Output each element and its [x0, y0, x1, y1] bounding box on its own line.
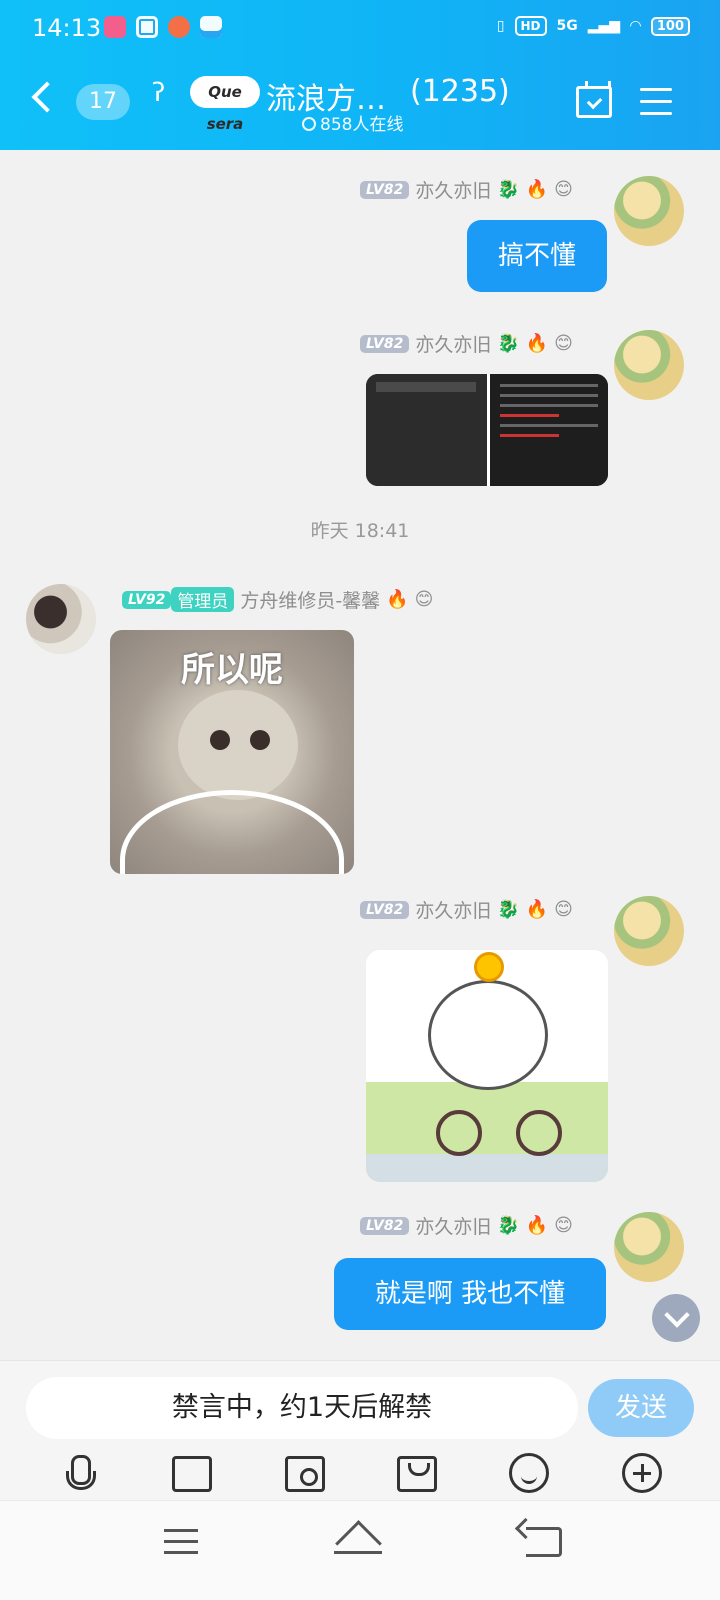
message-meta: LV82 亦久亦旧 🐉 🔥 😊	[360, 896, 573, 923]
avatar[interactable]	[614, 1212, 684, 1282]
admin-badge: 管理员	[171, 587, 235, 612]
smile-badge-icon: 😊	[554, 1215, 573, 1236]
sender-name[interactable]: 亦久亦旧	[415, 330, 491, 357]
hd-icon: HD	[514, 16, 547, 36]
sender-name[interactable]: 亦久亦旧	[415, 896, 491, 923]
sticker-caption: 所以呢	[181, 650, 283, 690]
emoji-icon[interactable]	[509, 1453, 550, 1493]
muted-notice: 禁言中，约1天后解禁	[26, 1377, 578, 1439]
fire-badge-icon: 🔥	[525, 179, 549, 200]
image-message[interactable]	[366, 374, 608, 486]
back-icon[interactable]	[526, 1527, 562, 1557]
level-badge: LV82	[360, 334, 410, 353]
message-meta: LV92 管理员 方舟维修员-馨馨 🔥 😊	[122, 586, 433, 613]
level-badge: LV82	[360, 900, 410, 919]
avatar[interactable]	[614, 330, 684, 400]
cat-face	[178, 690, 298, 800]
cat-sticker[interactable]: 所以呢	[110, 630, 354, 874]
avatar[interactable]	[614, 896, 684, 966]
sticker-cat	[428, 980, 548, 1090]
flower-icon	[474, 952, 504, 982]
send-button[interactable]: 发送	[588, 1379, 694, 1437]
recent-apps-icon[interactable]	[164, 1529, 198, 1562]
online-count: 858人在线	[302, 110, 403, 135]
system-nav-bar	[0, 1500, 720, 1600]
message-bubble[interactable]: 搞不懂	[467, 220, 607, 292]
status-time: 14:13	[32, 14, 102, 42]
smile-badge-icon: 😊	[414, 589, 434, 610]
battery-icon: 100	[650, 16, 690, 36]
message-bubble[interactable]: 就是啊 我也不懂	[334, 1258, 606, 1330]
cat-eye	[210, 730, 230, 750]
microphone-icon[interactable]	[58, 1453, 100, 1495]
weibo-notification-icon	[168, 16, 190, 38]
chat-header: 14:13 ▯ HD 5G ▂▄▆ ◠ 100 17 ʔ Que sera 流浪…	[0, 0, 720, 150]
smile-badge-icon: 😊	[554, 333, 573, 354]
bike-cat-sticker[interactable]	[366, 950, 608, 1182]
fire-badge-icon: 🔥	[525, 899, 549, 920]
network-label: 5G	[556, 18, 578, 34]
ear-icon[interactable]: ʔ	[152, 78, 165, 108]
dragon-badge-icon: 🐉	[497, 179, 520, 200]
level-badge: LV82	[360, 180, 410, 199]
status-right: ▯ HD 5G ▂▄▆ ◠ 100	[497, 16, 690, 36]
input-toolbar	[0, 1453, 720, 1499]
dragon-badge-icon: 🐉	[497, 1215, 520, 1236]
back-chevron-icon[interactable]	[31, 81, 63, 113]
message-meta: LV82 亦久亦旧 🐉 🔥 😊	[360, 176, 573, 203]
timestamp: 昨天 18:41	[310, 520, 410, 542]
dragon-badge-icon: 🐉	[497, 333, 520, 354]
smile-badge-icon: 😊	[554, 179, 573, 200]
sender-name[interactable]: 亦久亦旧	[415, 176, 491, 203]
sender-name[interactable]: 亦久亦旧	[415, 1212, 491, 1239]
plus-icon[interactable]	[621, 1453, 662, 1493]
status-bar: 14:13 ▯ HD 5G ▂▄▆ ◠ 100	[0, 0, 720, 58]
screenshot-thumb-left	[366, 374, 490, 486]
sender-name[interactable]: 方舟维修员-馨馨	[240, 586, 380, 613]
gallery-notification-icon	[136, 16, 158, 38]
calendar-check-icon[interactable]	[576, 81, 612, 118]
sticker-road	[366, 1154, 608, 1182]
level-badge: LV82	[360, 1216, 410, 1235]
avatar[interactable]	[614, 176, 684, 246]
fire-badge-icon: 🔥	[525, 333, 549, 354]
red-packet-icon[interactable]	[397, 1456, 438, 1492]
bike-wheel	[516, 1110, 562, 1156]
message-meta: LV82 亦久亦旧 🐉 🔥 😊	[360, 330, 573, 357]
home-icon[interactable]	[334, 1523, 382, 1561]
smile-badge-icon: 😊	[554, 899, 573, 920]
avatar[interactable]	[26, 584, 96, 654]
bike-wheel	[436, 1110, 482, 1156]
input-bar: 禁言中，约1天后解禁 发送	[0, 1360, 720, 1500]
online-text: 858人在线	[320, 115, 404, 135]
sticker-decoration	[120, 790, 344, 874]
wifi-icon: ◠	[630, 18, 641, 34]
level-badge: LV92	[122, 590, 172, 609]
screenshot-thumb-right	[490, 374, 608, 486]
vibrate-icon: ▯	[496, 18, 505, 34]
scroll-down-icon[interactable]	[652, 1294, 700, 1342]
dragon-badge-icon: 🐉	[497, 899, 520, 920]
camera-icon[interactable]	[284, 1456, 325, 1492]
notification-icons	[104, 16, 222, 38]
image-icon[interactable]	[172, 1456, 213, 1492]
unread-badge[interactable]: 17	[76, 84, 130, 120]
group-logo: Que sera	[190, 76, 260, 133]
online-check-icon	[302, 117, 316, 131]
fire-badge-icon: 🔥	[525, 1215, 549, 1236]
message-meta: LV82 亦久亦旧 🐉 🔥 😊	[360, 1212, 573, 1239]
signal-icon: ▂▄▆	[587, 18, 621, 34]
member-count[interactable]: (1235)	[410, 74, 510, 109]
app-notification-icon	[104, 16, 126, 38]
menu-icon[interactable]	[640, 88, 672, 116]
cat-eye	[250, 730, 270, 750]
card-notification-icon	[200, 16, 222, 38]
fire-badge-icon: 🔥	[386, 589, 409, 610]
